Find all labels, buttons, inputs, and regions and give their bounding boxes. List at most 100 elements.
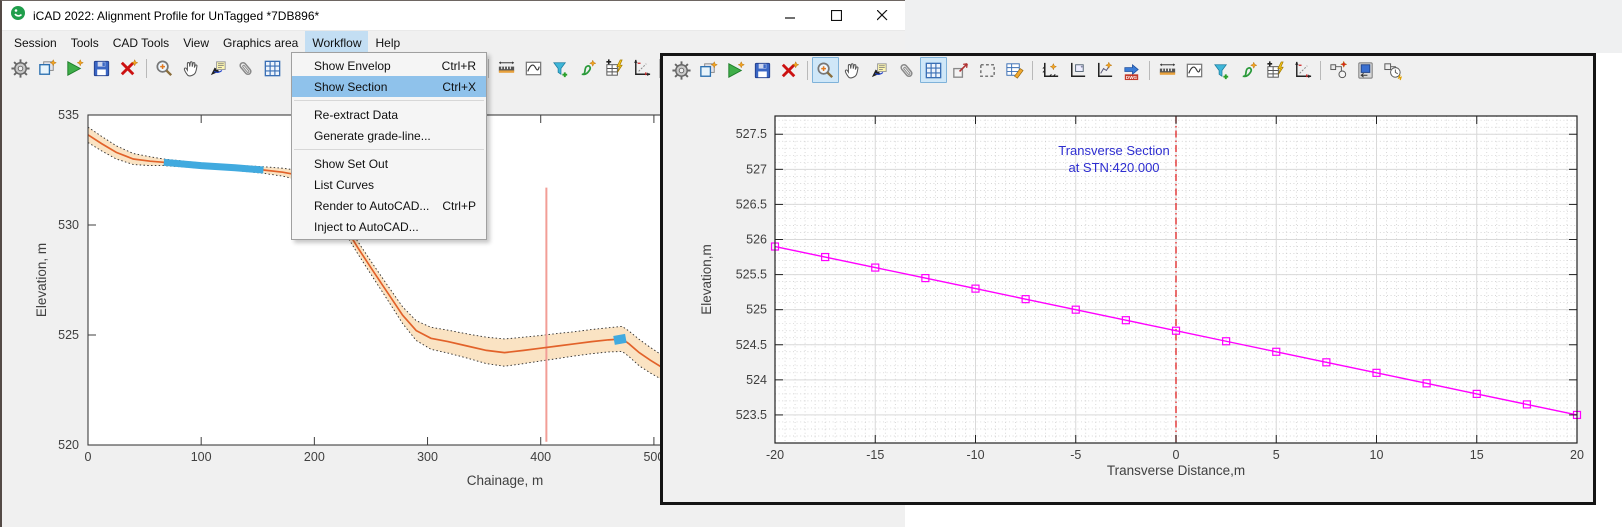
- menubar-item-cad-tools[interactable]: CAD Tools: [106, 31, 176, 54]
- menubar-item-session[interactable]: Session: [7, 31, 64, 54]
- svg-text:525: 525: [746, 303, 767, 317]
- smooth-icon[interactable]: [574, 55, 601, 81]
- pan-icon[interactable]: [839, 57, 866, 83]
- curve-fit-icon[interactable]: [1181, 57, 1208, 83]
- add-table-icon[interactable]: [601, 55, 628, 81]
- y-axis-label: Elevation, m: [34, 243, 49, 317]
- svg-text:526.5: 526.5: [736, 197, 767, 211]
- filter-add-icon[interactable]: [547, 55, 574, 81]
- svg-text:527.5: 527.5: [736, 127, 767, 141]
- menu-item-shortcut: Ctrl+X: [442, 80, 476, 94]
- menubar-item-graphics-area[interactable]: Graphics area: [216, 31, 305, 54]
- select-region-icon[interactable]: [974, 57, 1001, 83]
- menu-item-label: Inject to AutoCAD...: [314, 220, 419, 234]
- svg-text:at STN:420.000: at STN:420.000: [1068, 160, 1159, 175]
- menu-item-render-to-autocad[interactable]: Render to AutoCAD...Ctrl+P: [292, 195, 486, 216]
- copy-axes-icon[interactable]: [1064, 57, 1091, 83]
- svg-text:524.5: 524.5: [736, 338, 767, 352]
- run-icon[interactable]: [722, 57, 749, 83]
- measure-icon[interactable]: [493, 55, 520, 81]
- edit-table-icon[interactable]: [1001, 57, 1028, 83]
- menu-item-label: Show Set Out: [314, 157, 388, 171]
- menu-item-shortcut: Ctrl+P: [442, 199, 476, 213]
- new-view-icon[interactable]: [695, 57, 722, 83]
- scale-axes-icon[interactable]: [1289, 57, 1316, 83]
- svg-text:525.5: 525.5: [736, 268, 767, 282]
- transverse-section-window: DWG -20-15-10-505101520523.5524524.55255…: [660, 53, 1596, 505]
- svg-text:526: 526: [746, 233, 767, 247]
- save-icon[interactable]: [749, 57, 776, 83]
- gear-icon[interactable]: [7, 55, 34, 81]
- svg-text:527: 527: [746, 162, 767, 176]
- titlebar[interactable]: iCAD 2022: Alignment Profile for UnTagge…: [2, 1, 905, 31]
- menubar-item-help[interactable]: Help: [368, 31, 407, 54]
- annotate-icon[interactable]: [866, 57, 893, 83]
- close-button[interactable]: [875, 10, 889, 22]
- maximize-button[interactable]: [829, 10, 843, 22]
- menubar-item-view[interactable]: View: [176, 31, 216, 54]
- svg-text:-20: -20: [766, 448, 784, 462]
- minimize-button[interactable]: [783, 10, 797, 22]
- delete-icon[interactable]: [115, 55, 142, 81]
- render-icon[interactable]: [1352, 57, 1379, 83]
- annotate-axes-icon[interactable]: [1091, 57, 1118, 83]
- menu-separator: [294, 100, 484, 101]
- delete-icon[interactable]: [776, 57, 803, 83]
- grid-icon[interactable]: [259, 55, 286, 81]
- export-view-icon[interactable]: [947, 57, 974, 83]
- x-axis-label: Transverse Distance,m: [1107, 463, 1245, 478]
- smooth-icon[interactable]: [1235, 57, 1262, 83]
- svg-text:200: 200: [304, 450, 325, 464]
- menu-item-label: Show Envelop: [314, 59, 391, 73]
- menu-item-label: List Curves: [314, 178, 374, 192]
- zoom-in-icon[interactable]: [812, 57, 839, 83]
- screenshot-stage: iCAD 2022: Alignment Profile for UnTagge…: [0, 0, 1622, 527]
- attach-icon[interactable]: [893, 57, 920, 83]
- menubar-item-workflow[interactable]: Workflow: [305, 31, 368, 54]
- filter-add-icon[interactable]: [1208, 57, 1235, 83]
- attach-icon[interactable]: [232, 55, 259, 81]
- svg-text:Transverse Section: Transverse Section: [1058, 143, 1170, 158]
- new-view-icon[interactable]: [34, 55, 61, 81]
- svg-text:-5: -5: [1070, 448, 1081, 462]
- pan-icon[interactable]: [178, 55, 205, 81]
- menu-item-list-curves[interactable]: List Curves: [292, 174, 486, 195]
- svg-text:300: 300: [417, 450, 438, 464]
- zoom-in-icon[interactable]: [151, 55, 178, 81]
- menu-item-inject-to-autocad[interactable]: Inject to AutoCAD...: [292, 216, 486, 237]
- y-axis-label: Elevation,m: [699, 244, 714, 315]
- menu-item-shortcut: Ctrl+R: [442, 59, 476, 73]
- run-icon[interactable]: [61, 55, 88, 81]
- link-nodes-icon[interactable]: [1325, 57, 1352, 83]
- gear-icon[interactable]: [668, 57, 695, 83]
- new-axes-icon[interactable]: [1037, 57, 1064, 83]
- svg-text:15: 15: [1470, 448, 1484, 462]
- menu-item-show-set-out[interactable]: Show Set Out: [292, 153, 486, 174]
- svg-text:400: 400: [530, 450, 551, 464]
- window-title: iCAD 2022: Alignment Profile for UnTagge…: [33, 9, 319, 23]
- menu-item-show-envelop[interactable]: Show Envelop Ctrl+R: [292, 55, 486, 76]
- curve-fit-icon[interactable]: [520, 55, 547, 81]
- transverse-section-chart[interactable]: -20-15-10-505101520523.5524524.5525525.5…: [663, 84, 1593, 502]
- svg-text:523.5: 523.5: [736, 408, 767, 422]
- export-dwg-icon[interactable]: DWG: [1118, 57, 1145, 83]
- measure-icon[interactable]: [1154, 57, 1181, 83]
- menu-item-re-extract-data[interactable]: Re-extract Data: [292, 104, 486, 125]
- scale-axes-icon[interactable]: [628, 55, 655, 81]
- save-icon[interactable]: [88, 55, 115, 81]
- toolbar-separator: [488, 59, 489, 78]
- toolbar-separator: [1149, 61, 1150, 80]
- svg-text:20: 20: [1570, 448, 1584, 462]
- menu-item-show-section[interactable]: Show Section Ctrl+X: [292, 76, 486, 97]
- section-chart-area[interactable]: -20-15-10-505101520523.5524524.5525525.5…: [663, 84, 1593, 507]
- grid-icon[interactable]: [920, 57, 947, 83]
- annotate-icon[interactable]: [205, 55, 232, 81]
- menubar-item-tools[interactable]: Tools: [64, 31, 106, 54]
- add-table-icon[interactable]: [1262, 57, 1289, 83]
- schedule-icon[interactable]: [1379, 57, 1406, 83]
- menu-item-label: Show Section: [314, 80, 387, 94]
- svg-text:520: 520: [58, 438, 79, 452]
- svg-text:DWG: DWG: [1126, 75, 1138, 80]
- svg-text:-15: -15: [866, 448, 884, 462]
- menu-item-generate-grade-line[interactable]: Generate grade-line...: [292, 125, 486, 146]
